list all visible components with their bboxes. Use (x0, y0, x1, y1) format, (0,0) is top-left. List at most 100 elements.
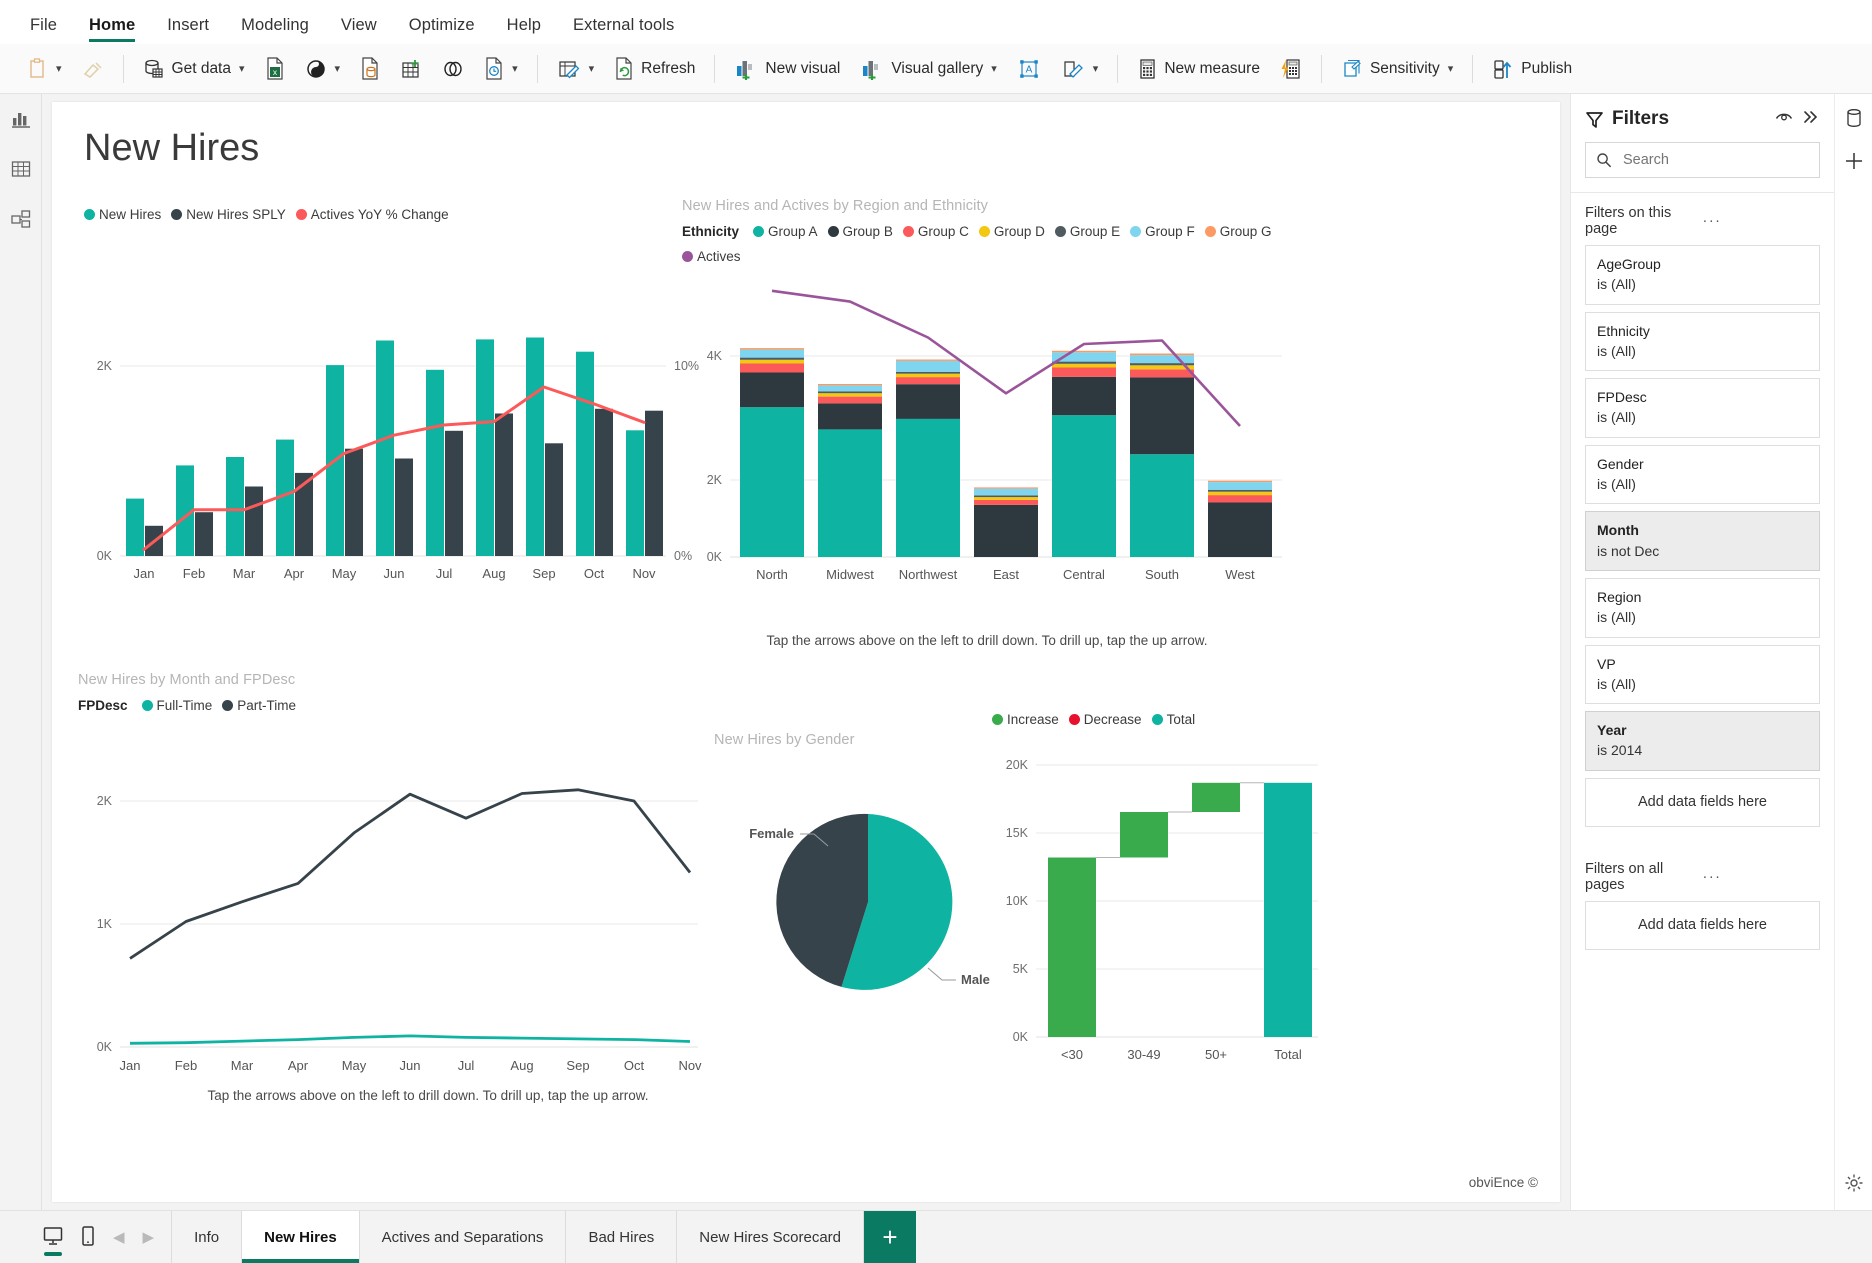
legend-item-group-d[interactable]: Group D (979, 224, 1045, 239)
recent-sources-button[interactable]: ▾ (474, 49, 528, 89)
excel-workbook-button[interactable]: x (255, 49, 295, 89)
filters-all-more-icon[interactable]: ··· (1703, 869, 1821, 885)
ribbon-tab-help[interactable]: Help (491, 16, 557, 44)
legend-item-part-time[interactable]: Part-Time (222, 698, 296, 713)
refresh-button[interactable]: Refresh (604, 49, 705, 89)
svg-text:May: May (342, 1058, 367, 1073)
page-tab-info[interactable]: Info (172, 1211, 242, 1263)
ribbon-tab-optimize[interactable]: Optimize (393, 16, 491, 44)
page-tab-label: Info (194, 1229, 219, 1246)
chevron-down-icon[interactable]: ▾ (1448, 62, 1454, 75)
y-axis-tick: 0K (1013, 1030, 1029, 1044)
visual-region-ethnicity[interactable]: New Hires and Actives by Region and Ethn… (682, 198, 1292, 668)
page-tab-new-hires[interactable]: New Hires (242, 1211, 360, 1263)
sql-server-button[interactable] (350, 49, 390, 89)
legend-item-total[interactable]: Total (1152, 712, 1196, 727)
filter-card-month[interactable]: Month is not Dec (1585, 511, 1820, 571)
waterfall-bar-50plus[interactable] (1192, 783, 1240, 812)
filter-card-agegroup[interactable]: AgeGroup is (All) (1585, 245, 1820, 305)
chevron-down-icon[interactable]: ▾ (56, 62, 62, 75)
ribbon-tab-view[interactable]: View (325, 16, 393, 44)
table-view-icon[interactable] (10, 158, 32, 180)
chevron-down-icon[interactable]: ▾ (512, 62, 518, 75)
chevron-down-icon[interactable]: ▾ (589, 62, 595, 75)
settings-gear-icon[interactable] (1844, 1173, 1864, 1198)
paste-button[interactable]: ▾ (18, 49, 72, 89)
transform-data-button[interactable]: ▾ (547, 49, 605, 89)
ribbon-tab-insert[interactable]: Insert (151, 16, 225, 44)
page-tab-bad-hires[interactable]: Bad Hires (566, 1211, 677, 1263)
filter-card-vp[interactable]: VP is (All) (1585, 645, 1820, 705)
legend-item-group-c[interactable]: Group C (903, 224, 969, 239)
x-axis-labels: Jan Feb Mar Apr May Jun Jul Aug Sep Oct … (134, 566, 657, 581)
shapes-button[interactable]: ▾ (1051, 49, 1109, 89)
add-data-fields-page-dropzone[interactable]: Add data fields here (1585, 778, 1820, 827)
mobile-view-icon[interactable] (80, 1225, 96, 1249)
format-painter-button[interactable] (72, 49, 114, 89)
svg-text:Northwest: Northwest (899, 567, 958, 582)
chevron-down-icon[interactable]: ▾ (1093, 62, 1099, 75)
next-page-arrow-icon[interactable]: ▶ (142, 1228, 156, 1246)
ribbon-tab-external-tools[interactable]: External tools (557, 16, 690, 44)
chevron-down-icon[interactable]: ▾ (239, 62, 245, 75)
visual-gender-pie[interactable]: New Hires by Gender Female Male (702, 732, 1032, 1062)
waterfall-bar-under30[interactable] (1048, 858, 1096, 1038)
filters-search-input[interactable] (1621, 151, 1809, 169)
ribbon-tab-file[interactable]: File (14, 16, 73, 44)
waterfall-bar-30-49[interactable] (1120, 812, 1168, 858)
publish-button[interactable]: Publish (1482, 49, 1582, 89)
filter-card-year[interactable]: Year is 2014 (1585, 711, 1820, 771)
data-hub-button[interactable]: ▾ (295, 49, 351, 89)
chevron-down-icon[interactable]: ▾ (991, 62, 997, 75)
visual-new-hires-combo[interactable]: New Hires New Hires SPLY Actives YoY % C… (78, 207, 708, 647)
add-page-button[interactable]: + (864, 1211, 916, 1263)
collapse-pane-icon[interactable] (1802, 109, 1820, 130)
add-data-fields-all-dropzone[interactable]: Add data fields here (1585, 901, 1820, 950)
legend-item-group-a[interactable]: Group A (753, 224, 818, 239)
ribbon-tab-modeling[interactable]: Modeling (225, 16, 325, 44)
previous-page-arrow-icon[interactable]: ◀ (112, 1228, 126, 1246)
add-pane-icon[interactable] (1843, 150, 1865, 172)
data-pane-icon[interactable] (1845, 108, 1863, 128)
visual-gallery-button[interactable]: Visual gallery▾ (850, 49, 1006, 89)
model-view-icon[interactable] (10, 208, 32, 230)
legend-item-full-time[interactable]: Full-Time (142, 698, 213, 713)
drill-note-month: Tap the arrows above on the left to dril… (148, 1088, 708, 1103)
filter-card-fpdesc[interactable]: FPDesc is (All) (1585, 378, 1820, 438)
filter-card-ethnicity[interactable]: Ethnicity is (All) (1585, 312, 1820, 372)
hide-filter-icon[interactable] (1774, 109, 1794, 130)
legend-item-new-hires[interactable]: New Hires (84, 207, 161, 222)
filter-card-gender[interactable]: Gender is (All) (1585, 445, 1820, 505)
waterfall-bar-total[interactable] (1264, 783, 1312, 1037)
chevron-down-icon[interactable]: ▾ (335, 62, 341, 75)
legend-item-new-hires-sply[interactable]: New Hires SPLY (171, 207, 286, 222)
quick-measure-button[interactable] (1270, 49, 1312, 89)
legend-item-decrease[interactable]: Decrease (1069, 712, 1142, 727)
legend-item-increase[interactable]: Increase (992, 712, 1059, 727)
new-measure-button[interactable]: New measure (1127, 49, 1270, 89)
new-visual-button[interactable]: New visual (724, 49, 850, 89)
filter-card-region[interactable]: Region is (All) (1585, 578, 1820, 638)
visual-agegroup-waterfall[interactable]: Increase Decrease Total 20K 15K 10K 5K 0… (992, 712, 1322, 1092)
visual-month-fpdesc[interactable]: New Hires by Month and FPDesc FPDesc Ful… (78, 672, 708, 1122)
dataverse-button[interactable] (432, 49, 474, 89)
page-tab-actives-and-separations[interactable]: Actives and Separations (360, 1211, 567, 1263)
sensitivity-button[interactable]: Sensitivity▾ (1331, 49, 1463, 89)
text-box-button[interactable]: A (1007, 49, 1051, 89)
legend-item-actives-yoy[interactable]: Actives YoY % Change (296, 207, 449, 222)
ribbon-tab-home[interactable]: Home (73, 16, 151, 44)
legend-item-group-b[interactable]: Group B (828, 224, 893, 239)
get-data-button[interactable]: Get data▾ (133, 49, 255, 89)
legend-item-group-f[interactable]: Group F (1130, 224, 1195, 239)
report-view-icon[interactable] (10, 108, 32, 130)
legend-item-actives[interactable]: Actives (682, 249, 741, 264)
legend-item-group-e[interactable]: Group E (1055, 224, 1120, 239)
enter-data-button[interactable] (390, 49, 432, 89)
filters-page-more-icon[interactable]: ··· (1703, 213, 1821, 229)
legend-item-group-g[interactable]: Group G (1205, 224, 1272, 239)
report-page: New Hires New Hires New Hires SPLY Activ… (52, 102, 1560, 1202)
filter-field-value: is 2014 (1597, 740, 1808, 760)
page-tab-new-hires-scorecard[interactable]: New Hires Scorecard (677, 1211, 864, 1263)
filters-search-box[interactable] (1585, 142, 1820, 178)
desktop-view-icon[interactable] (42, 1225, 64, 1249)
